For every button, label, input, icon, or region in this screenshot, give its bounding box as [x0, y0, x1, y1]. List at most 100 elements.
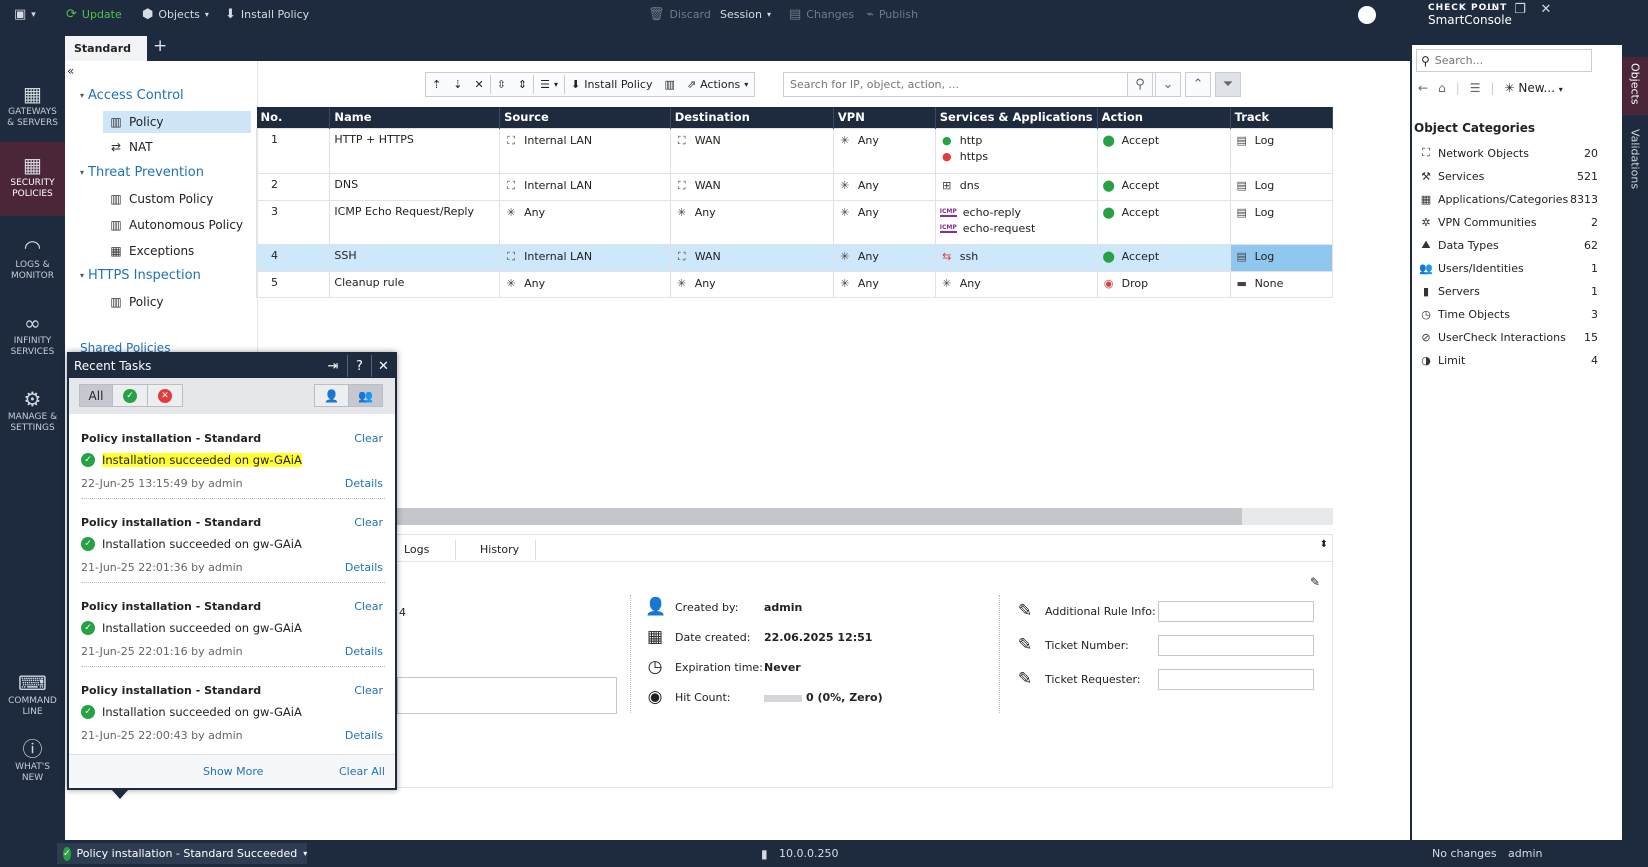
add-rule-above-icon[interactable]: ⇡ — [426, 73, 447, 96]
col-action[interactable]: Action — [1097, 107, 1231, 128]
category-applications[interactable]: ▦ Applications/Categories 8313 — [1418, 188, 1598, 210]
task-status-button[interactable]: ✓ Policy installation - Standard Succeede… — [57, 843, 307, 864]
add-tab-icon[interactable]: + — [153, 36, 167, 56]
discard-button[interactable]: 🗑 Discard — [648, 0, 711, 29]
close-window-icon[interactable]: ✕ — [1534, 2, 1558, 18]
pin-icon[interactable]: ⇥ — [321, 355, 345, 377]
rule-source[interactable]: ✳ Any — [499, 199, 671, 245]
category-network-objects[interactable]: ⛶ Network Objects 20 — [1418, 142, 1598, 164]
collapse-icon[interactable]: ⇕ — [512, 73, 533, 96]
nav-command-line[interactable]: ⌨ COMMAND LINE — [0, 660, 65, 732]
rule-track[interactable]: ▤ Log — [1229, 172, 1334, 201]
category-servers[interactable]: ▮ Servers 1 — [1418, 280, 1598, 302]
rule-vpn[interactable]: ✳ Any — [832, 199, 936, 245]
rule-search[interactable] — [783, 72, 1160, 97]
changes-button[interactable]: ▤ Changes — [789, 0, 854, 29]
rule-action[interactable]: ⬤ Accept — [1096, 172, 1231, 201]
rule-destination[interactable]: ✳ Any — [669, 270, 834, 298]
additional-info-field[interactable] — [1158, 601, 1314, 622]
category-limit[interactable]: ◑ Limit 4 — [1418, 349, 1598, 371]
tree-access-control[interactable]: ▾ Access Control — [80, 88, 184, 103]
vtab-objects[interactable]: Objects — [1622, 57, 1648, 115]
rule-name[interactable]: DNS — [329, 172, 501, 201]
publish-button[interactable]: ⌁ Publish — [866, 0, 918, 29]
policy-verify-icon[interactable]: ▥ — [658, 73, 680, 96]
tree-item-custom-policy[interactable]: ▥ Custom Policy — [103, 188, 251, 210]
rule-vpn[interactable]: ✳ Any — [832, 172, 936, 201]
nav-whats-new[interactable]: ⓘ WHAT'S NEW — [0, 726, 65, 798]
tree-item-policy[interactable]: ▥ Policy — [103, 111, 251, 133]
back-arrow-icon[interactable]: ← — [1418, 81, 1428, 95]
rule-services[interactable]: ● http ● https — [934, 127, 1098, 174]
home-icon[interactable]: ⌂ — [1438, 81, 1446, 95]
comment-box[interactable] — [397, 677, 617, 714]
table-row[interactable]: 3 ICMP Echo Request/Reply ✳ Any ✳ Any ✳ Any… — [255, 199, 1334, 245]
objects-search-input[interactable] — [1434, 54, 1575, 67]
task-details-link[interactable]: Details — [345, 561, 383, 574]
rule-destination[interactable]: ⛶ WAN — [669, 243, 834, 272]
rule-vpn[interactable]: ✳ Any — [832, 127, 936, 174]
tree-threat-prevention[interactable]: ▾ Threat Prevention — [80, 165, 204, 180]
delete-rule-icon[interactable]: ✕ — [468, 73, 489, 96]
panel-menu-icon[interactable]: ⬍ — [1320, 539, 1328, 550]
clear-all-link[interactable]: Clear All — [339, 765, 385, 778]
new-object-button[interactable]: ✳ New... ▾ — [1505, 81, 1563, 95]
rule-track[interactable]: ▤ Log — [1229, 199, 1334, 245]
rule-services[interactable]: ⇆ ssh — [934, 243, 1098, 272]
rule-services[interactable]: ⊞ dns — [934, 172, 1098, 201]
update-button[interactable]: ⟳ Update — [66, 0, 122, 29]
rule-name[interactable]: SSH — [329, 243, 501, 272]
rule-source[interactable]: ✳ Any — [499, 270, 671, 298]
tree-https-inspection[interactable]: ▾ HTTPS Inspection — [80, 268, 201, 283]
rule-vpn[interactable]: ✳ Any — [832, 270, 936, 298]
rule-destination[interactable]: ⛶ WAN — [669, 127, 834, 174]
rule-track[interactable]: ▤ Log — [1229, 127, 1334, 174]
add-rule-below-icon[interactable]: ⇣ — [447, 73, 468, 96]
objects-search[interactable]: ⚲ — [1416, 49, 1592, 72]
collapse-tree-button[interactable]: « — [67, 64, 74, 78]
list-view-icon[interactable]: ☰ — [1470, 81, 1481, 95]
task-details-link[interactable]: Details — [345, 477, 383, 490]
filter-success-button[interactable]: ✓ — [112, 384, 148, 407]
rule-source[interactable]: ⛶ Internal LAN — [499, 127, 671, 174]
restore-icon[interactable]: ❐ — [1508, 2, 1532, 18]
clear-task-link[interactable]: Clear — [354, 516, 383, 529]
clear-task-link[interactable]: Clear — [354, 684, 383, 697]
nav-infinity-services[interactable]: ∞ INFINITY SERVICES — [0, 300, 65, 372]
col-source[interactable]: Source — [499, 107, 671, 128]
horizontal-scrollbar[interactable] — [256, 508, 1333, 525]
nav-security-policies[interactable]: ▦ SECURITY POLICIES — [0, 142, 65, 216]
next-match-icon[interactable]: ⌄ — [1155, 72, 1181, 97]
tab-standard[interactable]: Standard — [65, 36, 147, 61]
clear-task-link[interactable]: Clear — [354, 432, 383, 445]
col-name[interactable]: Name — [329, 107, 501, 128]
clear-task-link[interactable]: Clear — [354, 600, 383, 613]
table-row[interactable]: 2 DNS ⛶ Internal LAN ⛶ WAN ✳ Any ⊞ dns ⬤ Acce… — [255, 172, 1334, 201]
install-policy-top-button[interactable]: ⬇ Install Policy — [225, 0, 309, 29]
session-menu[interactable]: Session ▾ — [720, 0, 771, 29]
rule-track[interactable]: ▬ None — [1229, 270, 1334, 298]
category-usercheck[interactable]: ⊘ UserCheck Interactions 15 — [1418, 326, 1598, 348]
task-details-link[interactable]: Details — [345, 729, 383, 742]
nav-gateways-servers[interactable]: ▦ GATEWAYS & SERVERS — [0, 71, 65, 143]
filter-all-button[interactable]: All — [79, 384, 113, 407]
category-users-identities[interactable]: 👥 Users/Identities 1 — [1418, 257, 1598, 279]
rule-services[interactable]: ICMP echo-reply ICMP echo-request — [934, 199, 1098, 245]
rule-source[interactable]: ⛶ Internal LAN — [499, 243, 671, 272]
rule-name[interactable]: Cleanup rule — [329, 270, 501, 298]
edit-pencil-icon[interactable]: ✎ — [1310, 575, 1320, 589]
filter-all-users-button[interactable]: 👥 — [348, 384, 383, 407]
rule-name[interactable]: ICMP Echo Request/Reply — [329, 199, 501, 245]
table-row-selected[interactable]: 4 SSH ⛶ Internal LAN ⛶ WAN ✳ Any ⇆ ssh ⬤ Acce… — [255, 243, 1334, 272]
ticket-requester-field[interactable] — [1158, 669, 1314, 690]
table-row[interactable]: 5 Cleanup rule ✳ Any ✳ Any ✳ Any ✳ Any ◉ Drop… — [255, 270, 1334, 298]
tree-item-nat[interactable]: ⇄ NAT — [103, 136, 251, 158]
view-menu-icon[interactable]: ☰ ▾ — [534, 73, 564, 96]
rule-services[interactable]: ✳ Any — [934, 270, 1098, 298]
rule-source[interactable]: ⛶ Internal LAN — [499, 172, 671, 201]
tab-logs[interactable]: Logs — [404, 543, 429, 556]
col-no[interactable]: No. — [256, 107, 331, 128]
col-vpn[interactable]: VPN — [833, 107, 936, 128]
category-vpn-communities[interactable]: ✲ VPN Communities 2 — [1418, 211, 1598, 233]
task-details-link[interactable]: Details — [345, 645, 383, 658]
